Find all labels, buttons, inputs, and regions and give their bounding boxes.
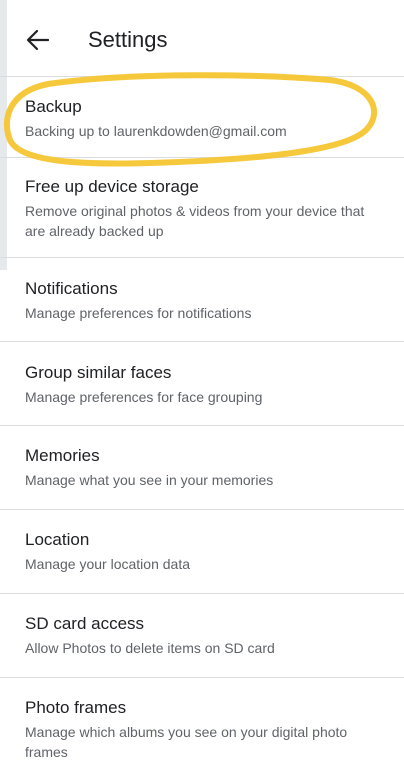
- settings-item-sd-card-access[interactable]: SD card access Allow Photos to delete it…: [0, 594, 404, 678]
- settings-item-subtitle: Manage which albums you see on your digi…: [25, 724, 348, 760]
- settings-item-group-similar-faces[interactable]: Group similar faces Manage preferences f…: [0, 342, 404, 426]
- settings-item-free-up-device-storage[interactable]: Free up device storage Remove original p…: [0, 158, 404, 258]
- page-title: Settings: [88, 27, 168, 52]
- settings-item-subtitle: Manage preferences for face grouping: [25, 389, 263, 405]
- settings-item-title: Free up device storage: [25, 177, 199, 196]
- settings-list: Backup Backing up to laurenkdowden@gmail…: [0, 76, 404, 776]
- settings-item-title: SD card access: [25, 614, 145, 633]
- settings-item-backup[interactable]: Backup Backing up to laurenkdowden@gmail…: [0, 76, 404, 158]
- back-button[interactable]: [20, 26, 56, 54]
- app-bar: Settings: [0, 0, 404, 75]
- settings-item-subtitle: Manage preferences for notifications: [25, 305, 252, 321]
- settings-item-subtitle: Manage what you see in your memories: [25, 472, 274, 488]
- settings-item-title: Backup: [25, 97, 82, 116]
- settings-item-title: Group similar faces: [25, 363, 172, 382]
- arrow-back-icon: [26, 29, 50, 51]
- settings-item-title: Location: [25, 530, 90, 549]
- settings-item-subtitle: Backing up to laurenkdowden@gmail.com: [25, 123, 287, 139]
- settings-item-photo-frames[interactable]: Photo frames Manage which albums you see…: [0, 678, 404, 776]
- settings-item-title: Photo frames: [25, 698, 127, 717]
- settings-item-location[interactable]: Location Manage your location data: [0, 510, 404, 594]
- settings-item-title: Memories: [25, 446, 100, 465]
- settings-item-subtitle: Remove original photos & videos from you…: [25, 203, 365, 239]
- settings-item-notifications[interactable]: Notifications Manage preferences for not…: [0, 258, 404, 342]
- settings-item-memories[interactable]: Memories Manage what you see in your mem…: [0, 426, 404, 510]
- settings-item-subtitle: Manage your location data: [25, 556, 190, 572]
- settings-item-title: Notifications: [25, 279, 118, 298]
- settings-item-subtitle: Allow Photos to delete items on SD card: [25, 640, 275, 656]
